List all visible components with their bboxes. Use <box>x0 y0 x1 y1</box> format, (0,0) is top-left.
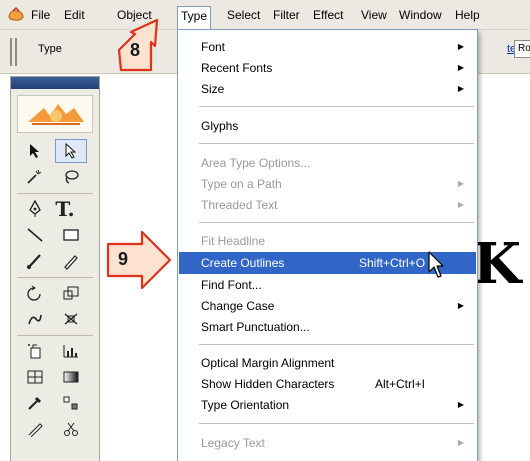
free-transform-tool-icon[interactable] <box>55 307 87 331</box>
graph-tool-icon[interactable] <box>55 339 87 363</box>
symbol-sprayer-tool-icon[interactable] <box>19 339 51 363</box>
menu-effect[interactable]: Effect <box>310 6 346 26</box>
eyedropper-tool-icon[interactable] <box>19 391 51 415</box>
menu-file[interactable]: File <box>28 6 53 26</box>
menu-edit[interactable]: Edit <box>61 6 88 26</box>
menu-view[interactable]: View <box>358 6 390 26</box>
submenu-arrow-icon: ▶ <box>457 200 464 209</box>
magic-wand-tool-icon[interactable] <box>19 165 51 189</box>
menu-item-smart-punctuation-label: Smart Punctuation... <box>201 320 310 334</box>
menu-item-type-on-a-path-label: Type on a Path <box>201 177 282 191</box>
menu-help[interactable]: Help <box>452 6 483 26</box>
step-8-callout: 8 <box>111 16 175 74</box>
menu-item-type-on-a-path: Type on a Path ▶ <box>178 173 477 195</box>
rotate-tool-icon[interactable] <box>19 281 51 305</box>
step-9-callout: 9 <box>104 228 174 292</box>
menu-filter[interactable]: Filter <box>270 6 303 26</box>
mouse-pointer-icon <box>428 251 444 278</box>
pen-tool-icon[interactable] <box>19 197 51 221</box>
menu-item-recent-fonts-label: Recent Fonts <box>201 61 273 75</box>
menu-item-show-hidden-characters[interactable]: Show Hidden Characters Alt+Ctrl+I <box>178 373 477 395</box>
menu-item-threaded-text: Threaded Text ▶ <box>178 194 477 216</box>
font-family-field[interactable]: Ro <box>514 40 530 58</box>
submenu-arrow-icon: ▶ <box>457 438 464 447</box>
menu-item-font[interactable]: Font ▶ <box>178 36 477 58</box>
menu-separator <box>199 143 474 144</box>
menu-item-smart-punctuation[interactable]: Smart Punctuation... <box>178 316 477 338</box>
control-bar-type-label: Type <box>38 43 62 55</box>
menu-item-change-case[interactable]: Change Case ▶ <box>178 295 477 317</box>
menu-item-area-type-options-label: Area Type Options... <box>201 156 311 170</box>
menu-item-glyphs[interactable]: Glyphs <box>178 115 477 137</box>
menu-item-type-orientation[interactable]: Type Orientation ▶ <box>178 394 477 416</box>
type-menu-dropdown: Font ▶ Recent Fonts ▶ Size ▶ Glyphs Area… <box>177 29 478 461</box>
menu-window[interactable]: Window <box>396 6 445 26</box>
menu-item-show-hidden-characters-label: Show Hidden Characters <box>201 377 335 391</box>
selection-tool-icon[interactable] <box>19 139 51 163</box>
blend-tool-icon[interactable] <box>55 391 87 415</box>
menu-item-optical-margin-alignment[interactable]: Optical Margin Alignment <box>178 352 477 374</box>
gradient-tool-icon[interactable] <box>55 365 87 389</box>
menu-separator <box>199 222 474 223</box>
menu-type[interactable]: Type <box>177 6 212 30</box>
lasso-tool-icon[interactable] <box>55 165 87 189</box>
step-8-number: 8 <box>130 40 141 60</box>
type-tool-icon[interactable]: T. <box>49 197 81 221</box>
tools-panel-header-logo <box>17 95 93 133</box>
menu-item-change-case-label: Change Case <box>201 299 275 313</box>
menu-item-create-outlines-label: Create Outlines <box>201 256 285 270</box>
submenu-arrow-icon: ▶ <box>457 179 464 188</box>
menu-item-type-orientation-label: Type Orientation <box>201 398 290 412</box>
menu-item-find-font-label: Find Font... <box>201 278 262 292</box>
submenu-arrow-icon: ▶ <box>457 63 464 72</box>
tools-panel: T. <box>10 76 100 461</box>
menu-item-size[interactable]: Size ▶ <box>178 78 477 100</box>
menu-select[interactable]: Select <box>224 6 263 26</box>
warp-tool-icon[interactable] <box>19 307 51 331</box>
paintbrush-tool-icon[interactable] <box>19 249 51 273</box>
menu-item-create-outlines-shortcut: Shift+Ctrl+O <box>359 256 426 270</box>
mesh-tool-icon[interactable] <box>19 365 51 389</box>
menu-item-threaded-text-label: Threaded Text <box>201 198 278 212</box>
flower-logo-icon <box>28 104 84 125</box>
menu-item-area-type-options: Area Type Options... <box>178 152 477 174</box>
menu-separator <box>199 344 474 345</box>
tools-panel-titlebar[interactable] <box>11 77 99 89</box>
direct-selection-tool-icon[interactable] <box>55 139 87 163</box>
rectangle-tool-icon[interactable] <box>55 223 87 247</box>
slice-tool-icon[interactable] <box>19 417 51 441</box>
scale-tool-icon[interactable] <box>55 281 87 305</box>
menu-item-legacy-text: Legacy Text ▶ <box>178 432 477 454</box>
menu-item-fit-headline: Fit Headline <box>178 230 477 252</box>
menu-item-fit-headline-label: Fit Headline <box>201 234 266 248</box>
line-segment-tool-icon[interactable] <box>19 223 51 247</box>
submenu-arrow-icon: ▶ <box>457 301 464 310</box>
submenu-arrow-icon: ▶ <box>457 400 464 409</box>
menu-separator <box>199 423 474 424</box>
menu-item-recent-fonts[interactable]: Recent Fonts ▶ <box>178 57 477 79</box>
submenu-arrow-icon: ▶ <box>457 84 464 93</box>
menu-bar: File Edit Object Type Select Filter Effe… <box>0 0 530 30</box>
pencil-tool-icon[interactable] <box>55 249 87 273</box>
illustrator-app-icon[interactable] <box>8 7 25 22</box>
menu-item-size-label: Size <box>201 82 225 96</box>
step-8-arrow-icon <box>117 18 159 72</box>
menu-item-glyphs-label: Glyphs <box>201 119 239 133</box>
panel-grip-handle[interactable] <box>10 38 18 66</box>
submenu-arrow-icon: ▶ <box>457 42 464 51</box>
step-9-arrow-icon <box>106 230 172 290</box>
scissors-tool-icon[interactable] <box>55 417 87 441</box>
menu-item-font-label: Font <box>201 40 226 54</box>
menu-item-show-hidden-characters-shortcut: Alt+Ctrl+I <box>375 377 426 391</box>
menu-item-legacy-text-label: Legacy Text <box>201 436 265 450</box>
menu-item-optical-margin-alignment-label: Optical Margin Alignment <box>201 356 335 370</box>
menu-separator <box>199 106 474 107</box>
step-9-number: 9 <box>118 249 129 269</box>
